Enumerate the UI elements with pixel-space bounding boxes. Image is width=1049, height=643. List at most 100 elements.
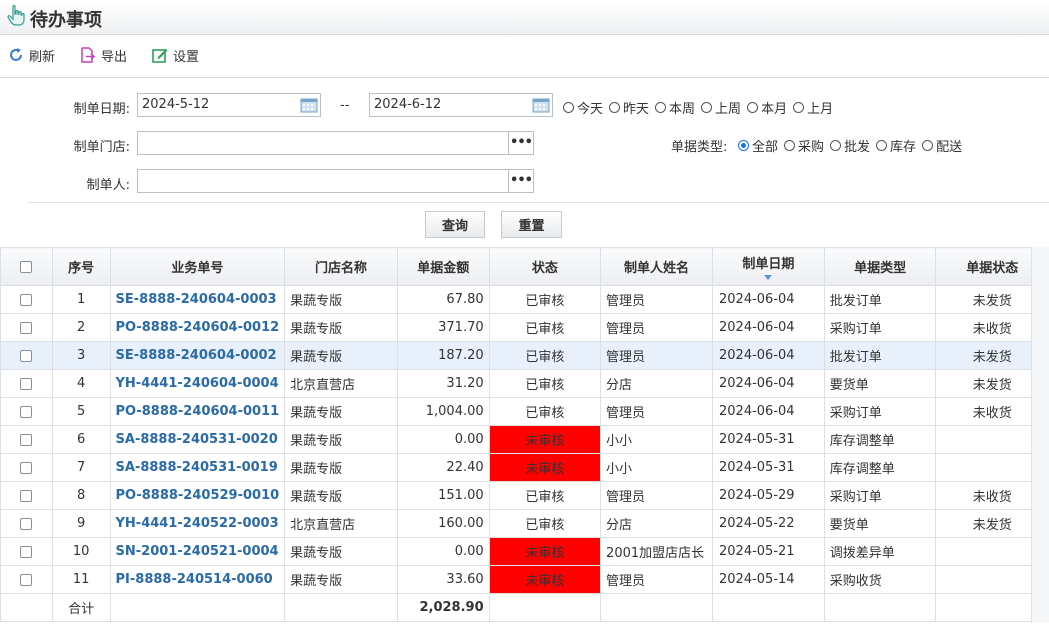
select-all-checkbox[interactable]	[20, 260, 33, 273]
table-row[interactable]: 2 PO-8888-240604-0012 果蔬专版 371.70 已审核 管理员 2024…	[0, 313, 1049, 342]
radio-type-purchase[interactable]: 采购	[784, 136, 824, 155]
table-row[interactable]: 8 PO-8888-240529-0010 果蔬专版 151.00 已审核 管理员 2024…	[0, 481, 1049, 510]
date-to-input[interactable]: 2024-6-12	[369, 93, 553, 117]
col-header-no[interactable]: 序号	[51, 247, 111, 286]
table-row[interactable]: 11 PI-8888-240514-0060 果蔬专版 33.60 未审核 管理员 2024…	[0, 565, 1049, 594]
cell-id[interactable]: PO-8888-240529-0010	[109, 481, 286, 510]
settings-button[interactable]: 设置	[152, 45, 199, 65]
row-checkbox-cell[interactable]	[0, 369, 53, 398]
document-id-link[interactable]: PO-8888-240529-0010	[116, 488, 280, 503]
cell-id[interactable]: SN-2001-240521-0004	[109, 537, 286, 566]
cell-type: 要货单	[823, 509, 937, 538]
col-header-status[interactable]: 状态	[488, 247, 602, 286]
cell-id[interactable]: YH-4441-240522-0003	[109, 509, 286, 538]
creator-input[interactable]: •••	[137, 169, 534, 193]
select-all-cell[interactable]	[0, 247, 53, 286]
row-checkbox[interactable]	[20, 293, 33, 306]
row-checkbox-cell[interactable]	[0, 397, 53, 426]
cell-id[interactable]: SA-8888-240531-0019	[109, 453, 286, 482]
cell-id[interactable]: PI-8888-240514-0060	[109, 565, 286, 594]
table-row[interactable]: 10 SN-2001-240521-0004 果蔬专版 0.00 未审核 2001加盟店店…	[0, 537, 1049, 566]
cell-store: 果蔬专版	[284, 313, 398, 342]
document-id-link[interactable]: YH-4441-240604-0004	[116, 376, 279, 391]
row-checkbox-cell[interactable]	[0, 453, 53, 482]
table-row[interactable]: 3 SE-8888-240604-0002 果蔬专版 187.20 已审核 管理员 2024…	[0, 341, 1049, 370]
date-from-input[interactable]: 2024-5-12	[137, 93, 321, 117]
row-checkbox[interactable]	[20, 321, 33, 334]
document-id-link[interactable]: SE-8888-240604-0002	[116, 348, 277, 363]
row-checkbox-cell[interactable]	[0, 313, 53, 342]
radio-type-all[interactable]: 全部	[738, 136, 778, 155]
radio-circle	[655, 101, 667, 113]
row-checkbox[interactable]	[20, 545, 33, 558]
creator-picker-button[interactable]: •••	[508, 170, 533, 192]
query-button[interactable]: 查询	[425, 211, 485, 238]
radio-type-stock[interactable]: 库存	[876, 136, 916, 155]
table-row[interactable]: 1 SE-8888-240604-0003 果蔬专版 67.80 已审核 管理员 2024-…	[0, 285, 1049, 314]
document-id-link[interactable]: SA-8888-240531-0019	[116, 460, 278, 475]
grid-scrollbar[interactable]	[1031, 247, 1049, 623]
col-header-id[interactable]: 业务单号	[109, 247, 286, 286]
table-row[interactable]: 5 PO-8888-240604-0011 果蔬专版 1,004.00 已审核 管理员 20…	[0, 397, 1049, 426]
row-checkbox[interactable]	[20, 489, 33, 502]
row-checkbox[interactable]	[20, 377, 33, 390]
row-checkbox-cell[interactable]	[0, 341, 53, 370]
total-label: 合计	[51, 593, 111, 622]
date-to-calendar[interactable]	[530, 94, 552, 116]
radio-this-week[interactable]: 本周	[655, 98, 695, 117]
radio-label: 本周	[669, 101, 696, 117]
col-header-date[interactable]: 制单日期	[712, 247, 825, 286]
date-from-calendar[interactable]	[298, 94, 320, 116]
row-checkbox[interactable]	[20, 405, 33, 418]
document-id-link[interactable]: SN-2001-240521-0004	[116, 544, 279, 559]
table-row[interactable]: 7 SA-8888-240531-0019 果蔬专版 22.40 未审核 小小 2024-0…	[0, 453, 1049, 482]
row-checkbox-cell[interactable]	[0, 509, 53, 538]
cell-date: 2024-06-04	[712, 285, 825, 314]
reset-button[interactable]: 重置	[501, 211, 562, 238]
export-button[interactable]: 导出	[80, 45, 127, 65]
table-row[interactable]: 4 YH-4441-240604-0004 北京直营店 31.20 已审核 分店 2024-…	[0, 369, 1049, 398]
radio-last-week[interactable]: 上周	[701, 98, 741, 117]
radio-type-wholesale[interactable]: 批发	[830, 136, 870, 155]
table-row[interactable]: 9 YH-4441-240522-0003 北京直营店 160.00 已审核 分店 2024…	[0, 509, 1049, 538]
radio-circle	[793, 101, 805, 113]
row-checkbox-cell[interactable]	[0, 285, 53, 314]
cell-id[interactable]: YH-4441-240604-0004	[109, 369, 286, 398]
row-checkbox-cell[interactable]	[0, 537, 53, 566]
cell-id[interactable]: SE-8888-240604-0002	[109, 341, 286, 370]
cell-status-unapproved: 未审核	[488, 565, 602, 594]
row-checkbox[interactable]	[20, 517, 33, 530]
row-checkbox[interactable]	[20, 461, 33, 474]
col-header-amount[interactable]: 单据金额	[396, 247, 490, 286]
cell-id[interactable]: SA-8888-240531-0020	[109, 425, 286, 454]
radio-type-delivery[interactable]: 配送	[922, 136, 962, 155]
row-checkbox[interactable]	[20, 433, 33, 446]
cell-id[interactable]: SE-8888-240604-0003	[109, 285, 286, 314]
document-id-link[interactable]: YH-4441-240522-0003	[116, 516, 279, 531]
total-empty-cell	[284, 593, 398, 622]
refresh-button[interactable]: 刷新	[8, 45, 55, 65]
row-checkbox[interactable]	[20, 349, 33, 362]
table-row[interactable]: 6 SA-8888-240531-0020 果蔬专版 0.00 未审核 小小 2024-05…	[0, 425, 1049, 454]
row-checkbox[interactable]	[20, 573, 33, 586]
radio-today[interactable]: 今天	[563, 98, 603, 117]
document-id-link[interactable]: SE-8888-240604-0003	[116, 292, 277, 307]
col-header-type[interactable]: 单据类型	[823, 247, 937, 286]
cell-id[interactable]: PO-8888-240604-0011	[109, 397, 286, 426]
radio-circle	[830, 139, 842, 151]
row-checkbox-cell[interactable]	[0, 565, 53, 594]
col-header-store[interactable]: 门店名称	[284, 247, 398, 286]
radio-this-month[interactable]: 本月	[747, 98, 787, 117]
cell-id[interactable]: PO-8888-240604-0012	[109, 313, 286, 342]
document-id-link[interactable]: PO-8888-240604-0012	[116, 320, 280, 335]
document-id-link[interactable]: SA-8888-240531-0020	[116, 432, 278, 447]
store-picker-button[interactable]: •••	[508, 132, 533, 154]
document-id-link[interactable]: PI-8888-240514-0060	[116, 572, 273, 587]
col-header-creator[interactable]: 制单人姓名	[600, 247, 714, 286]
radio-last-month[interactable]: 上月	[793, 98, 833, 117]
document-id-link[interactable]: PO-8888-240604-0011	[116, 404, 280, 419]
row-checkbox-cell[interactable]	[0, 481, 53, 510]
radio-yesterday[interactable]: 昨天	[609, 98, 649, 117]
store-input[interactable]: •••	[137, 131, 534, 155]
row-checkbox-cell[interactable]	[0, 425, 53, 454]
